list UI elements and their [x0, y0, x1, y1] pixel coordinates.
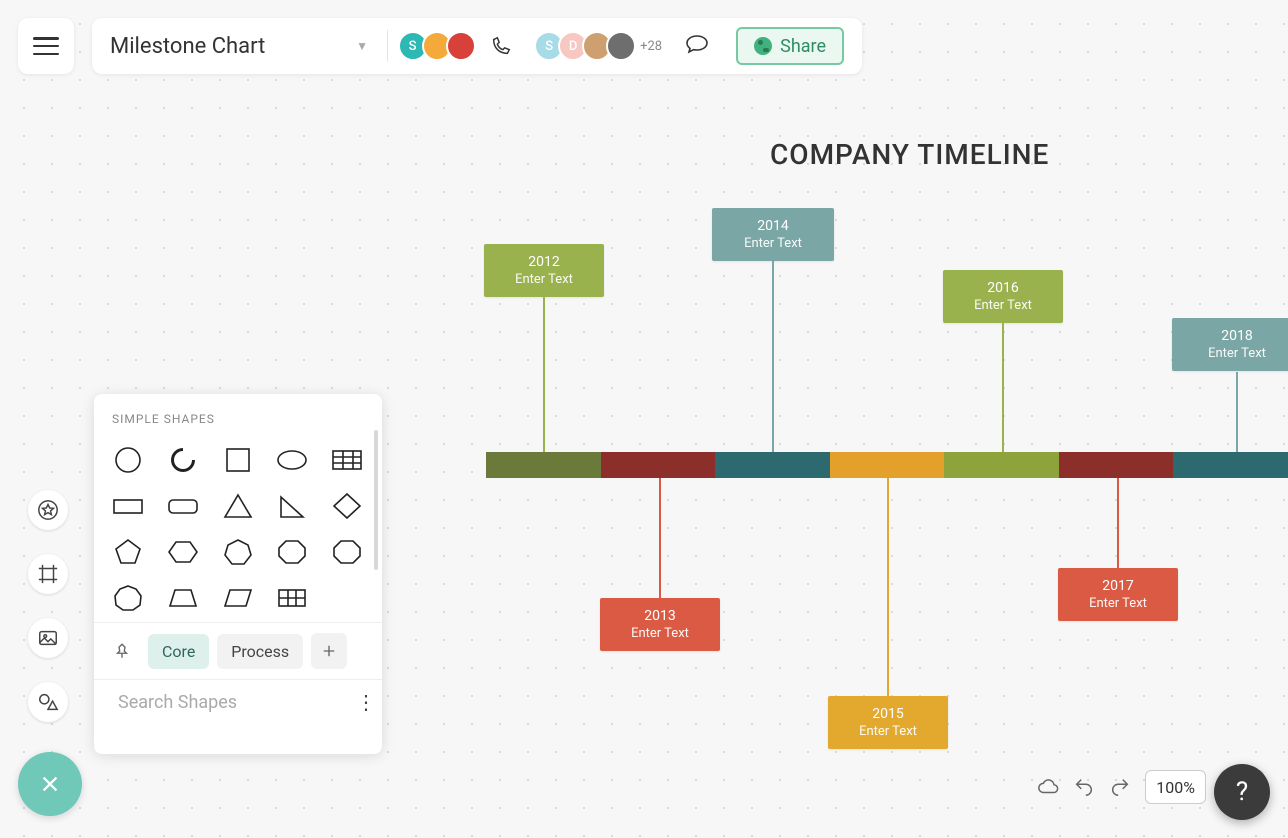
- left-toolbar: [28, 490, 68, 722]
- milestone-box[interactable]: 2017 Enter Text: [1058, 568, 1178, 621]
- frame-tool[interactable]: [28, 554, 68, 594]
- shapes-panel-header: SIMPLE SHAPES: [94, 394, 382, 436]
- milestone-year: 2018: [1192, 328, 1282, 344]
- milestone-text: Enter Text: [620, 626, 700, 641]
- timeline-segment[interactable]: [715, 452, 830, 478]
- milestone-year: 2015: [848, 706, 928, 722]
- milestone-connector: [1117, 478, 1119, 568]
- milestone-box[interactable]: 2016 Enter Text: [943, 270, 1063, 323]
- milestone-connector: [1236, 372, 1238, 452]
- shape-trapezoid[interactable]: [163, 582, 203, 614]
- shape-right-triangle[interactable]: [272, 490, 312, 522]
- shape-table[interactable]: [327, 444, 367, 476]
- milestone-box[interactable]: 2015 Enter Text: [828, 696, 948, 749]
- milestone-box[interactable]: 2018 Enter Text: [1172, 318, 1288, 371]
- title-dropdown-icon[interactable]: ▼: [353, 39, 370, 53]
- timeline-bar[interactable]: [486, 452, 1288, 478]
- shapes-panel: SIMPLE SHAPES Core Process ⋮: [94, 394, 382, 754]
- cloud-sync-icon[interactable]: [1037, 776, 1059, 798]
- shape-hexagon[interactable]: [163, 536, 203, 568]
- shape-circle[interactable]: [108, 444, 148, 476]
- timeline-segment[interactable]: [601, 452, 716, 478]
- shapes-tool[interactable]: [28, 682, 68, 722]
- call-button[interactable]: [490, 33, 513, 59]
- close-panel-fab[interactable]: [18, 752, 82, 816]
- milestone-year: 2012: [504, 254, 584, 270]
- share-label: Share: [780, 36, 826, 57]
- hamburger-icon: [33, 37, 59, 55]
- favorites-tool[interactable]: [28, 490, 68, 530]
- shape-pentagon[interactable]: [108, 536, 148, 568]
- milestone-year: 2016: [963, 280, 1043, 296]
- shape-octagon[interactable]: [272, 536, 312, 568]
- shape-triangle[interactable]: [218, 490, 258, 522]
- milestone-connector: [887, 478, 889, 696]
- milestone-connector: [543, 294, 545, 452]
- tab-core[interactable]: Core: [148, 634, 209, 669]
- milestone-text: Enter Text: [848, 724, 928, 739]
- shape-ellipse[interactable]: [272, 444, 312, 476]
- undo-button[interactable]: [1073, 776, 1095, 798]
- shape-diamond[interactable]: [327, 490, 367, 522]
- milestone-connector: [772, 260, 774, 452]
- milestone-year: 2013: [620, 608, 700, 624]
- milestone-connector: [659, 478, 661, 598]
- shape-grid[interactable]: [272, 582, 312, 614]
- timeline-segment[interactable]: [1059, 452, 1174, 478]
- shape-rectangle[interactable]: [108, 490, 148, 522]
- shape-arc[interactable]: [163, 444, 203, 476]
- add-library-tab[interactable]: [311, 633, 347, 669]
- milestone-connector: [1002, 322, 1004, 452]
- canvas-title[interactable]: COMPANY TIMELINE: [770, 138, 1049, 171]
- milestone-box[interactable]: 2012 Enter Text: [484, 244, 604, 297]
- milestone-text: Enter Text: [732, 236, 814, 251]
- shape-search-bar: ⋮: [94, 679, 382, 724]
- zoom-value: 100%: [1156, 778, 1195, 797]
- globe-icon: [754, 37, 772, 55]
- document-title[interactable]: Milestone Chart: [110, 34, 265, 59]
- milestone-box[interactable]: 2014 Enter Text: [712, 208, 834, 261]
- chat-button[interactable]: [684, 33, 710, 59]
- shape-nonagon[interactable]: [108, 582, 148, 614]
- shape-octagon2[interactable]: [327, 536, 367, 568]
- shape-library-tabs: Core Process: [94, 622, 382, 679]
- tab-process[interactable]: Process: [217, 634, 303, 669]
- avatar[interactable]: [446, 31, 476, 61]
- timeline-segment[interactable]: [944, 452, 1059, 478]
- help-fab[interactable]: ?: [1214, 764, 1270, 820]
- image-tool[interactable]: [28, 618, 68, 658]
- timeline-segment[interactable]: [830, 452, 945, 478]
- milestone-text: Enter Text: [504, 272, 584, 287]
- panel-scrollbar[interactable]: [374, 430, 378, 570]
- avatar-surplus[interactable]: +28: [640, 39, 662, 54]
- shape-parallelogram[interactable]: [218, 582, 258, 614]
- shape-rounded-rectangle[interactable]: [163, 490, 203, 522]
- main-menu-button[interactable]: [18, 18, 74, 74]
- shape-search-input[interactable]: [118, 692, 346, 713]
- shape-grid: [94, 436, 382, 622]
- milestone-text: Enter Text: [1078, 596, 1158, 611]
- header-bar: Milestone Chart ▼ S SD +28 Share: [92, 18, 862, 74]
- milestone-year: 2014: [732, 218, 814, 234]
- timeline-segment[interactable]: [1173, 452, 1288, 478]
- milestone-year: 2017: [1078, 578, 1158, 594]
- redo-button[interactable]: [1109, 776, 1131, 798]
- milestone-box[interactable]: 2013 Enter Text: [600, 598, 720, 651]
- avatar[interactable]: [606, 31, 636, 61]
- milestone-text: Enter Text: [963, 298, 1043, 313]
- separator: [387, 30, 388, 62]
- help-icon: ?: [1236, 777, 1248, 807]
- primary-avatars: S: [404, 31, 476, 61]
- milestone-text: Enter Text: [1192, 346, 1282, 361]
- zoom-level[interactable]: 100%: [1145, 770, 1206, 804]
- share-button[interactable]: Share: [736, 27, 844, 65]
- secondary-avatars: SD: [540, 31, 636, 61]
- pin-tab[interactable]: [104, 633, 140, 669]
- shape-heptagon[interactable]: [218, 536, 258, 568]
- shape-square[interactable]: [218, 444, 258, 476]
- timeline-segment[interactable]: [486, 452, 601, 478]
- shape-search-more[interactable]: ⋮: [356, 690, 376, 714]
